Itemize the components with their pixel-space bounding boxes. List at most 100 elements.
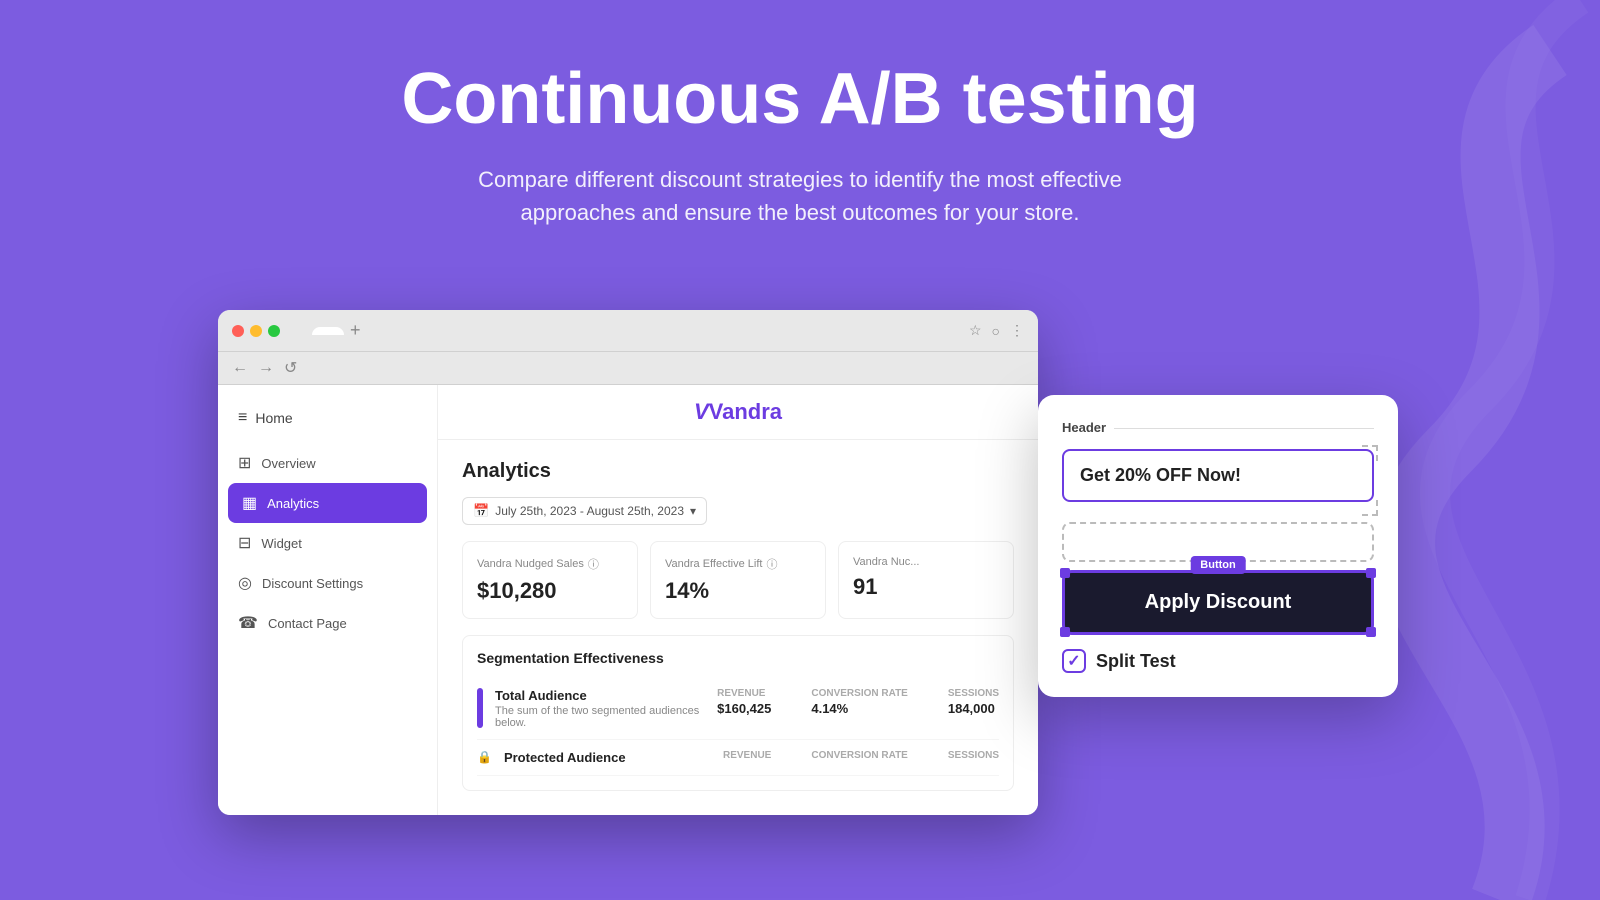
conversion-label: CONVERSION RATE: [811, 688, 908, 699]
handle-br[interactable]: [1366, 627, 1376, 637]
calendar-icon: 📅: [473, 503, 489, 519]
tab-bar: +: [312, 320, 957, 341]
info-icon-lift[interactable]: ⓘ: [766, 556, 777, 572]
browser-window: + ☆ ○ ⋮ ← → ↺ ≡ Home ⊞ Overview ▦ Analyt…: [218, 310, 1038, 815]
segment-info-protected: Protected Audience: [504, 750, 711, 765]
hamburger-icon: ≡: [238, 409, 247, 427]
date-range-label: July 25th, 2023 - August 25th, 2023: [495, 504, 684, 518]
refresh-button[interactable]: ↺: [284, 358, 297, 378]
browser-nav: ← → ↺: [218, 352, 1038, 385]
handle-tl[interactable]: [1060, 568, 1070, 578]
overlay-card: Header Button Apply Discount ✓ Split Tes…: [1038, 395, 1398, 697]
metric-card-other: Vandra Nuc... 91: [838, 541, 1014, 619]
card-header-section: Header: [1062, 419, 1374, 437]
logo-v: V: [694, 399, 709, 424]
widget-icon: ⊟: [238, 533, 251, 553]
metric-value-lift: 14%: [665, 578, 811, 604]
sessions-value: 184,000: [948, 701, 999, 716]
sidebar-label-analytics: Analytics: [267, 496, 319, 511]
segment-desc-total: The sum of the two segmented audiences b…: [495, 705, 705, 729]
selection-corner-br: [1362, 500, 1378, 516]
date-filter[interactable]: 📅 July 25th, 2023 - August 25th, 2023 ▾: [462, 497, 707, 525]
sessions-label-protected: SESSIONS: [948, 750, 999, 761]
app-layout: ≡ Home ⊞ Overview ▦ Analytics ⊟ Widget ◎…: [218, 385, 1038, 815]
browser-chrome: + ☆ ○ ⋮: [218, 310, 1038, 352]
new-tab-button[interactable]: +: [350, 320, 361, 341]
card-header-label: Header: [1062, 420, 1114, 435]
selection-corner-tr: [1362, 445, 1378, 461]
traffic-lights: [232, 325, 280, 337]
segment-stats-total: REVENUE $160,425 CONVERSION RATE 4.14% S…: [717, 688, 999, 716]
segment-color-bar-total: [477, 688, 483, 728]
metric-value-other: 91: [853, 574, 999, 600]
handle-bl[interactable]: [1060, 627, 1070, 637]
hero-title: Continuous A/B testing: [0, 60, 1600, 139]
menu-icon[interactable]: ⋮: [1010, 322, 1024, 339]
browser-toolbar: ☆ ○ ⋮: [969, 322, 1024, 339]
apply-btn-wrap: Button Apply Discount: [1062, 570, 1374, 635]
revenue-label: REVENUE: [717, 688, 771, 699]
stat-sessions-col: SESSIONS 184,000: [948, 688, 999, 716]
analytics-icon: ▦: [242, 493, 257, 513]
metric-card-sales: Vandra Nudged Sales ⓘ $10,280: [462, 541, 638, 619]
lock-icon: 🔒: [477, 750, 492, 764]
stat-sessions-protected: SESSIONS: [948, 750, 999, 761]
maximize-button[interactable]: [268, 325, 280, 337]
metric-label-other: Vandra Nuc...: [853, 556, 999, 568]
hero-section: Continuous A/B testing Compare different…: [0, 0, 1600, 229]
sidebar-item-analytics[interactable]: ▦ Analytics: [228, 483, 427, 523]
info-icon-sales[interactable]: ⓘ: [588, 556, 599, 572]
browser-tab[interactable]: [312, 327, 344, 335]
split-test-label: Split Test: [1096, 651, 1176, 672]
metric-card-lift: Vandra Effective Lift ⓘ 14%: [650, 541, 826, 619]
analytics-heading: Analytics: [462, 460, 1014, 483]
split-test-row: ✓ Split Test: [1062, 649, 1374, 673]
apply-discount-button[interactable]: Apply Discount: [1062, 570, 1374, 635]
sidebar-label-discount: Discount Settings: [262, 576, 363, 591]
header-input-wrap: [1062, 449, 1374, 512]
segment-name-protected: Protected Audience: [504, 750, 711, 765]
phone-icon: ☎: [238, 613, 258, 633]
minimize-button[interactable]: [250, 325, 262, 337]
star-icon[interactable]: ☆: [969, 322, 982, 339]
overview-icon: ⊞: [238, 453, 251, 473]
handle-tr[interactable]: [1366, 568, 1376, 578]
profile-icon[interactable]: ○: [992, 323, 1000, 339]
button-section: Button Apply Discount: [1062, 570, 1374, 635]
sessions-label: SESSIONS: [948, 688, 999, 699]
segment-stats-protected: REVENUE CONVERSION RATE SESSIONS: [723, 750, 999, 761]
metric-value-sales: $10,280: [477, 578, 623, 604]
forward-button[interactable]: →: [258, 359, 274, 377]
segment-row-total: Total Audience The sum of the two segmen…: [477, 678, 999, 740]
conversion-value: 4.14%: [811, 701, 908, 716]
segment-name-total: Total Audience: [495, 688, 705, 703]
sidebar-item-contact-page[interactable]: ☎ Contact Page: [218, 603, 437, 643]
sidebar-header: ≡ Home: [218, 401, 437, 443]
hero-subtitle: Compare different discount strategies to…: [450, 163, 1150, 229]
chevron-down-icon: ▾: [690, 504, 696, 518]
discount-icon: ◎: [238, 573, 252, 593]
conversion-label-protected: CONVERSION RATE: [811, 750, 908, 761]
revenue-label-protected: REVENUE: [723, 750, 771, 761]
stat-revenue-protected: REVENUE: [723, 750, 771, 761]
close-button[interactable]: [232, 325, 244, 337]
sidebar: ≡ Home ⊞ Overview ▦ Analytics ⊟ Widget ◎…: [218, 385, 438, 815]
stat-conversion-protected: CONVERSION RATE: [811, 750, 908, 761]
sidebar-item-discount-settings[interactable]: ◎ Discount Settings: [218, 563, 437, 603]
segmentation-title: Segmentation Effectiveness: [477, 650, 999, 666]
button-tag: Button: [1190, 556, 1245, 574]
sidebar-label-widget: Widget: [261, 536, 301, 551]
sidebar-item-widget[interactable]: ⊟ Widget: [218, 523, 437, 563]
metric-label-sales: Vandra Nudged Sales ⓘ: [477, 556, 623, 572]
split-test-checkbox[interactable]: ✓: [1062, 649, 1086, 673]
segment-info-total: Total Audience The sum of the two segmen…: [495, 688, 705, 729]
revenue-value: $160,425: [717, 701, 771, 716]
app-header: VVandra: [438, 385, 1038, 440]
sidebar-label-contact: Contact Page: [268, 616, 347, 631]
back-button[interactable]: ←: [232, 359, 248, 377]
header-text-input[interactable]: [1062, 449, 1374, 502]
sidebar-item-overview[interactable]: ⊞ Overview: [218, 443, 437, 483]
segment-row-protected: 🔒 Protected Audience REVENUE CONVERSION …: [477, 740, 999, 776]
checkmark-icon: ✓: [1067, 651, 1080, 671]
stat-conversion-col: CONVERSION RATE 4.14%: [811, 688, 908, 716]
